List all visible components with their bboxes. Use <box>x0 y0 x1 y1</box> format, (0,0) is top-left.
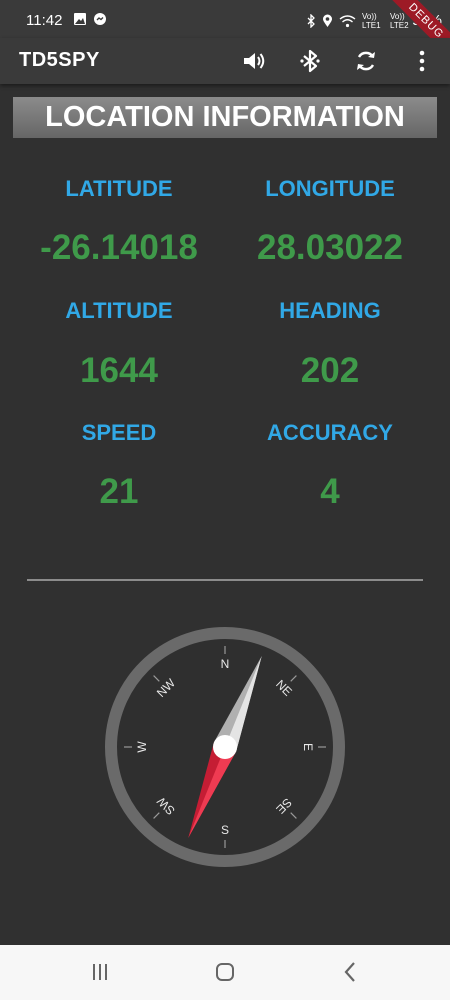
image-icon <box>74 13 86 25</box>
more-options-button[interactable] <box>408 48 436 74</box>
recent-apps-button[interactable] <box>84 959 116 985</box>
more-vert-icon <box>419 50 425 72</box>
latitude-label: LATITUDE <box>65 176 173 201</box>
volume-icon <box>244 53 265 69</box>
app-title: TD5SPY <box>19 49 100 71</box>
wifi-icon <box>339 14 356 27</box>
sync-button[interactable] <box>352 48 380 74</box>
speed-label: SPEED <box>81 420 157 445</box>
home-icon <box>216 963 234 981</box>
volume-button[interactable] <box>240 48 268 74</box>
accuracy-value: 4 <box>320 472 340 511</box>
sync-icon <box>357 51 375 71</box>
status-bar: 11:42 Vo)) LTE1 Vo)) LTE2 90% DEBUG <box>0 0 450 60</box>
longitude-value: 28.03022 <box>257 228 403 267</box>
heading-label: HEADING <box>279 298 381 323</box>
compass-center-pin <box>213 735 237 759</box>
app-bar: TD5SPY <box>0 38 450 84</box>
bluetooth-icon <box>300 49 320 73</box>
divider <box>27 579 423 581</box>
accuracy-label: ACCURACY <box>267 420 393 445</box>
system-nav-bar <box>0 945 450 1000</box>
bluetooth-button[interactable] <box>296 48 324 74</box>
back-icon <box>344 962 355 982</box>
altitude-label: ALTITUDE <box>65 298 173 323</box>
messenger-icon <box>94 13 106 25</box>
speed-value: 21 <box>99 472 139 511</box>
section-title: LOCATION INFORMATION <box>13 97 437 138</box>
latitude-value: -26.14018 <box>40 228 198 267</box>
home-button[interactable] <box>209 959 241 985</box>
compass-label-w: W <box>135 741 149 753</box>
compass-label-e: E <box>301 743 315 751</box>
status-time: 11:42 <box>26 12 63 29</box>
heading-value: 202 <box>300 351 360 390</box>
bluetooth-icon <box>307 14 315 28</box>
longitude-label: LONGITUDE <box>265 176 395 201</box>
recent-apps-icon <box>93 964 107 980</box>
back-button[interactable] <box>334 959 366 985</box>
compass-label-s: S <box>221 823 229 837</box>
compass: N NE E SE S SW W NW <box>105 627 345 867</box>
altitude-value: 1644 <box>80 351 158 390</box>
compass-label-n: N <box>221 657 230 671</box>
lte1-signal-icon: Vo)) LTE1 <box>362 12 381 30</box>
location-icon <box>323 14 332 27</box>
